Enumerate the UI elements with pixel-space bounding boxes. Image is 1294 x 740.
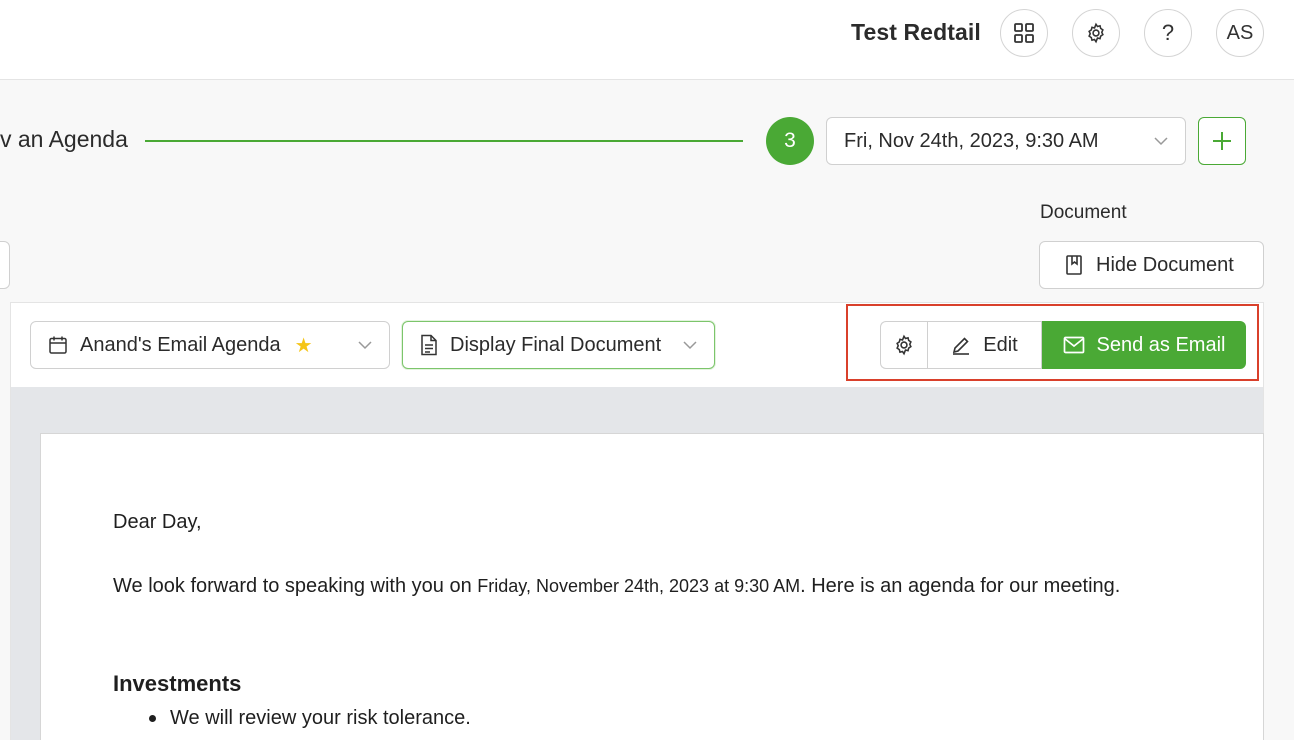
bullet-dot [149, 714, 156, 722]
agenda-template-value: Anand's Email Agenda [80, 333, 281, 356]
meeting-date-value: Fri, Nov 24th, 2023, 9:30 AM [844, 129, 1099, 152]
letter-greeting: Dear Day, [113, 511, 202, 533]
top-bar: Test Redtail ? AS [0, 0, 1294, 80]
add-meeting-button[interactable] [1198, 117, 1246, 165]
chevron-down-icon [358, 341, 372, 350]
document-toolbar: Anand's Email Agenda ★ Display Final Doc… [11, 303, 1263, 387]
agenda-template-select[interactable]: Anand's Email Agenda ★ [30, 321, 390, 369]
list-item: We will review your risk tolerance. [149, 702, 471, 734]
hide-document-label: Hide Document [1096, 253, 1234, 276]
mail-icon [1063, 336, 1084, 354]
edit-label: Edit [983, 333, 1018, 356]
display-mode-select[interactable]: Display Final Document [402, 321, 715, 369]
org-name: Test Redtail [851, 19, 981, 45]
star-icon[interactable]: ★ [295, 333, 313, 358]
intro-text-start: We look forward to speaking with you on [113, 575, 478, 597]
calendar-icon [49, 336, 67, 354]
section-heading: Investments [113, 671, 242, 696]
intro-text-end: . Here is an agenda for our meeting. [800, 575, 1121, 597]
gear-icon [1088, 22, 1104, 44]
collapsed-panel-button[interactable] [0, 241, 10, 289]
avatar[interactable]: AS [1216, 9, 1264, 57]
list-item-text: We will review your risk tolerance. [170, 707, 471, 729]
hide-document-button[interactable]: Hide Document [1039, 241, 1264, 289]
chevron-down-icon [1154, 137, 1168, 146]
plus-icon [1213, 132, 1231, 150]
intro-meeting-date: Friday, November 24th, 2023 at 9:30 AM [477, 576, 801, 596]
chevron-down-icon [683, 341, 697, 350]
document-preview-area: Dear Day, We look forward to speaking wi… [11, 387, 1264, 740]
document-settings-button[interactable] [880, 321, 927, 369]
help-icon: ? [1161, 20, 1175, 45]
document-page: Dear Day, We look forward to speaking wi… [40, 433, 1264, 740]
meeting-date-select[interactable]: Fri, Nov 24th, 2023, 9:30 AM [826, 117, 1186, 165]
edit-button[interactable]: Edit [927, 321, 1042, 369]
document-icon [421, 334, 437, 356]
letter-intro-paragraph: We look forward to speaking with you on … [113, 570, 1153, 602]
step-connector-line [145, 140, 743, 142]
send-as-email-button[interactable]: Send as Email [1042, 321, 1246, 369]
gear-icon [896, 334, 912, 356]
apps-grid-icon [1014, 23, 1034, 43]
pencil-icon [953, 337, 970, 355]
book-icon [1066, 255, 1082, 275]
document-section-label: Document [1040, 202, 1127, 223]
help-button[interactable]: ? [1144, 9, 1192, 57]
step-title: v an Agenda [0, 126, 128, 152]
settings-button[interactable] [1072, 9, 1120, 57]
document-panel: Anand's Email Agenda ★ Display Final Doc… [10, 302, 1264, 740]
apps-grid-button[interactable] [1000, 9, 1048, 57]
document-action-group: Edit Send as Email [880, 321, 1246, 369]
avatar-initials: AS [1226, 21, 1254, 44]
display-mode-value: Display Final Document [450, 333, 662, 356]
send-as-email-label: Send as Email [1096, 333, 1226, 356]
step-badge[interactable]: 3 [766, 117, 814, 165]
